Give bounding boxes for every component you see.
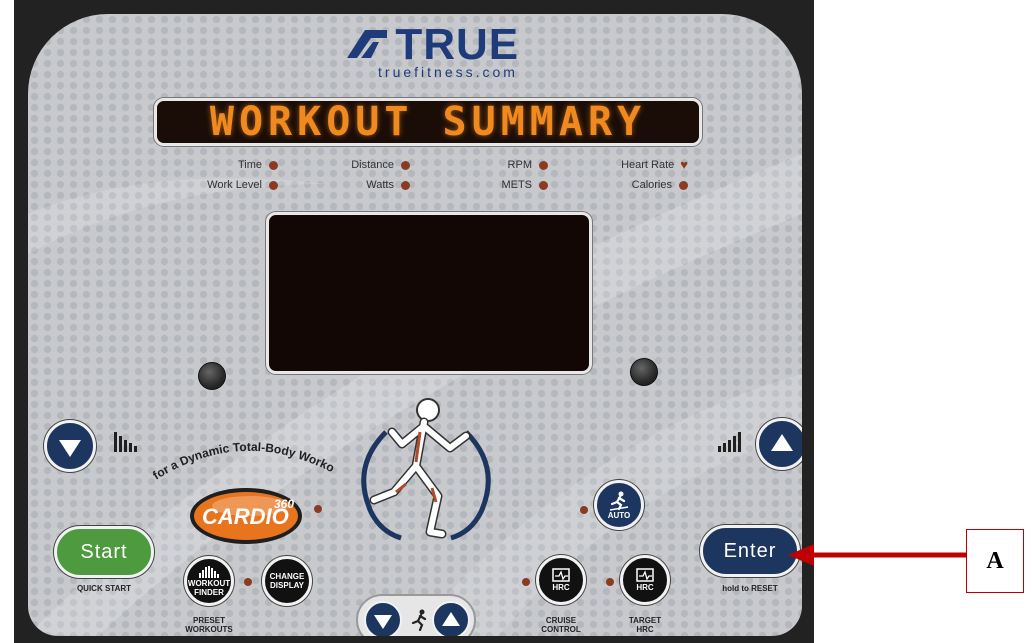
indicator-label: Time [237, 159, 262, 171]
indicator-light [401, 180, 410, 190]
main-display [266, 212, 592, 374]
indicator-label: METS [501, 179, 532, 191]
indicator-watts: Watts [310, 179, 410, 191]
change-display-button[interactable]: CHANGE DISPLAY [262, 556, 312, 606]
caption-line1: CRUISE [545, 616, 577, 625]
speed-control-group [356, 594, 476, 636]
auto-label: AUTO [607, 510, 631, 520]
callout-label-box: A [966, 529, 1024, 593]
indicator-work-level: Work Level [178, 179, 278, 191]
caption-line2: HRC [636, 625, 654, 634]
indicator-light [401, 160, 410, 170]
change-display-line1: CHANGE [269, 572, 305, 581]
heart-rate-icon [636, 568, 654, 582]
arrow-up-icon [442, 611, 460, 626]
indicator-light [539, 180, 548, 190]
indicator-label: RPM [507, 159, 532, 171]
incline-up-button[interactable] [756, 418, 802, 470]
tagline: for a Dynamic Total-Body Workout [146, 432, 336, 482]
runner-figure-icon [361, 398, 491, 541]
target-hrc-button[interactable]: HRC [620, 555, 670, 605]
workout-finder-line2: FINDER [194, 587, 224, 597]
start-button[interactable]: Start [54, 526, 154, 578]
right-knob [630, 358, 658, 386]
target-hrc-indicator-light [606, 578, 614, 586]
incline-down-icon [114, 432, 137, 452]
speed-runner-icon [411, 609, 427, 631]
arrow-down-icon [374, 614, 392, 629]
heart-rate-icon [552, 568, 570, 582]
indicator-label: Work Level [207, 179, 262, 191]
indicator-light [269, 180, 278, 190]
cruise-control-hrc-label: HRC [552, 583, 570, 592]
auto-runner-icon [609, 491, 629, 511]
indicator-label: Distance [351, 159, 394, 171]
auto-button[interactable]: AUTO [594, 480, 644, 530]
indicator-label: Heart Rate [621, 159, 675, 171]
auto-indicator-light [580, 506, 588, 514]
cruise-control-indicator-light [522, 578, 530, 586]
cardio-indicator-light [314, 505, 322, 513]
indicator-heart-rate: Heart Rate ♥ [588, 157, 688, 172]
cruise-control-caption: CRUISE CONTROL [528, 616, 594, 634]
caption-line2: WORKOUTS [185, 625, 233, 634]
console-face: TRUE truefitness.com WORKOUT SUMMARY Tim… [28, 14, 802, 636]
speed-up-button[interactable] [432, 601, 470, 636]
brand-name: TRUE [395, 20, 520, 69]
workout-finder-line1: WORKOUT [187, 578, 231, 588]
preset-workouts-caption: PRESET WORKOUTS [174, 616, 244, 634]
cardio-superscript: 360 [274, 497, 294, 511]
enter-caption: hold to RESET [722, 584, 778, 593]
indicator-label: Watts [366, 179, 394, 191]
indicator-light [679, 180, 688, 190]
enter-label: Enter [723, 539, 777, 562]
svg-text:for a Dynamic Total-Body Worko: for a Dynamic Total-Body Workout [146, 432, 336, 482]
caption-line1: PRESET [192, 616, 225, 625]
cruise-control-button[interactable]: HRC [536, 555, 586, 605]
left-knob [198, 362, 226, 390]
arrow-up-icon [771, 433, 793, 451]
bars-icon [199, 565, 219, 578]
change-display-line2: DISPLAY [270, 581, 304, 590]
heart-icon: ♥ [680, 157, 688, 172]
callout-label: A [986, 547, 1004, 574]
enter-button[interactable]: Enter [700, 525, 800, 577]
brand-header: TRUE truefitness.com [318, 22, 548, 80]
incline-up-icon [718, 432, 741, 452]
start-label: Start [80, 540, 128, 563]
speed-down-button[interactable] [364, 601, 402, 636]
indicator-light [539, 160, 548, 170]
indicator-rpm: RPM [448, 159, 548, 171]
target-hrc-label: HRC [636, 583, 654, 592]
indicator-time: Time [178, 159, 278, 171]
tagline-text: for a Dynamic Total-Body Workout [146, 432, 336, 482]
indicator-mets: METS [448, 179, 548, 191]
caption-line1: TARGET [628, 616, 662, 625]
message-display: WORKOUT SUMMARY [154, 98, 702, 146]
start-caption: QUICK START [76, 584, 132, 593]
indicator-calories: Calories [588, 179, 688, 191]
indicator-light [269, 160, 278, 170]
target-hrc-caption: TARGET HRC [612, 616, 678, 634]
treadmill-console: TRUE truefitness.com WORKOUT SUMMARY Tim… [14, 0, 814, 643]
caption-line2: CONTROL [541, 625, 581, 634]
callout-arrow-icon [788, 544, 966, 566]
workout-finder-indicator-light [244, 578, 252, 586]
cardio360-logo: CARDIO 360 [188, 484, 310, 553]
true-logo-icon [346, 30, 387, 63]
indicator-distance: Distance [310, 159, 410, 171]
indicator-label: Calories [631, 179, 672, 191]
message-text: WORKOUT SUMMARY [209, 99, 647, 145]
incline-down-button[interactable] [44, 420, 96, 472]
workout-finder-button[interactable]: WORKOUT FINDER [184, 556, 234, 606]
arrow-down-icon [59, 439, 81, 457]
